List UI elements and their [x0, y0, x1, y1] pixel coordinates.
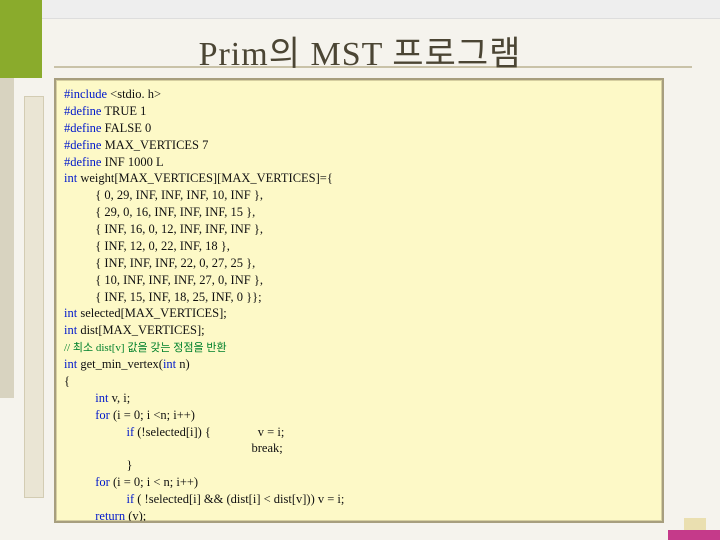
code-text: { 29, 0, 16, INF, INF, INF, 15 }, — [64, 205, 255, 219]
code-text: { — [64, 374, 70, 388]
code-text: v, i; — [108, 391, 130, 405]
code-text: dist[MAX_VERTICES]; — [77, 323, 204, 337]
code-text: (v); — [125, 509, 146, 523]
code-text: { INF, 16, 0, 12, INF, INF, INF }, — [64, 222, 263, 236]
code-kw: #define — [64, 104, 101, 118]
code-text: } — [64, 458, 133, 472]
code-text: (i = 0; i <n; i++) — [110, 408, 195, 422]
code-type: int — [64, 357, 77, 371]
code-text: n) — [176, 357, 190, 371]
code-text: (!selected[i]) { v = i; — [134, 425, 284, 439]
code-text: { INF, INF, INF, 22, 0, 27, 25 }, — [64, 256, 255, 270]
deco-top-strip — [42, 0, 720, 19]
code-box: #include <stdio. h> #define TRUE 1 #defi… — [54, 78, 664, 523]
code-text: selected[MAX_VERTICES]; — [77, 306, 227, 320]
code-text: FALSE 0 — [101, 121, 151, 135]
code-type: int — [64, 171, 77, 185]
deco-accent-side-b — [24, 96, 44, 498]
code-kw: return — [64, 509, 125, 523]
code-text: ( !selected[i] && (dist[i] < dist[v])) v… — [134, 492, 344, 506]
code-text: INF 1000 L — [101, 155, 163, 169]
code-text: break; — [64, 441, 283, 455]
code-text: { 0, 29, INF, INF, INF, 10, INF }, — [64, 188, 263, 202]
code-listing: #include <stdio. h> #define TRUE 1 #defi… — [64, 86, 654, 523]
code-kw: for — [64, 408, 110, 422]
code-type: int — [64, 323, 77, 337]
code-kw: #include — [64, 87, 107, 101]
code-kw: for — [64, 475, 110, 489]
code-text: (i = 0; i < n; i++) — [110, 475, 198, 489]
code-type: int — [64, 306, 77, 320]
code-kw: #define — [64, 138, 101, 152]
code-text: get_min_vertex( — [77, 357, 163, 371]
code-comment: // 최소 dist[v] 값을 갖는 정점을 반환 — [64, 342, 227, 354]
deco-accent-side-a — [0, 78, 14, 398]
code-text: { INF, 12, 0, 22, INF, 18 }, — [64, 239, 230, 253]
code-text: { INF, 15, INF, 18, 25, INF, 0 }}; — [64, 290, 262, 304]
code-kw: if — [64, 492, 134, 506]
code-type: int — [64, 391, 108, 405]
deco-corner — [668, 514, 720, 540]
code-kw: if — [64, 425, 134, 439]
code-text: { 10, INF, INF, INF, 27, 0, INF }, — [64, 273, 263, 287]
slide-title: Prim의 MST 프로그램 — [0, 26, 720, 75]
code-kw: #define — [64, 155, 101, 169]
code-text: TRUE 1 — [101, 104, 146, 118]
code-text: weight[MAX_VERTICES][MAX_VERTICES]={ — [77, 171, 333, 185]
code-type: int — [163, 357, 176, 371]
code-text: <stdio. h> — [107, 87, 161, 101]
code-kw: #define — [64, 121, 101, 135]
code-text: MAX_VERTICES 7 — [101, 138, 208, 152]
